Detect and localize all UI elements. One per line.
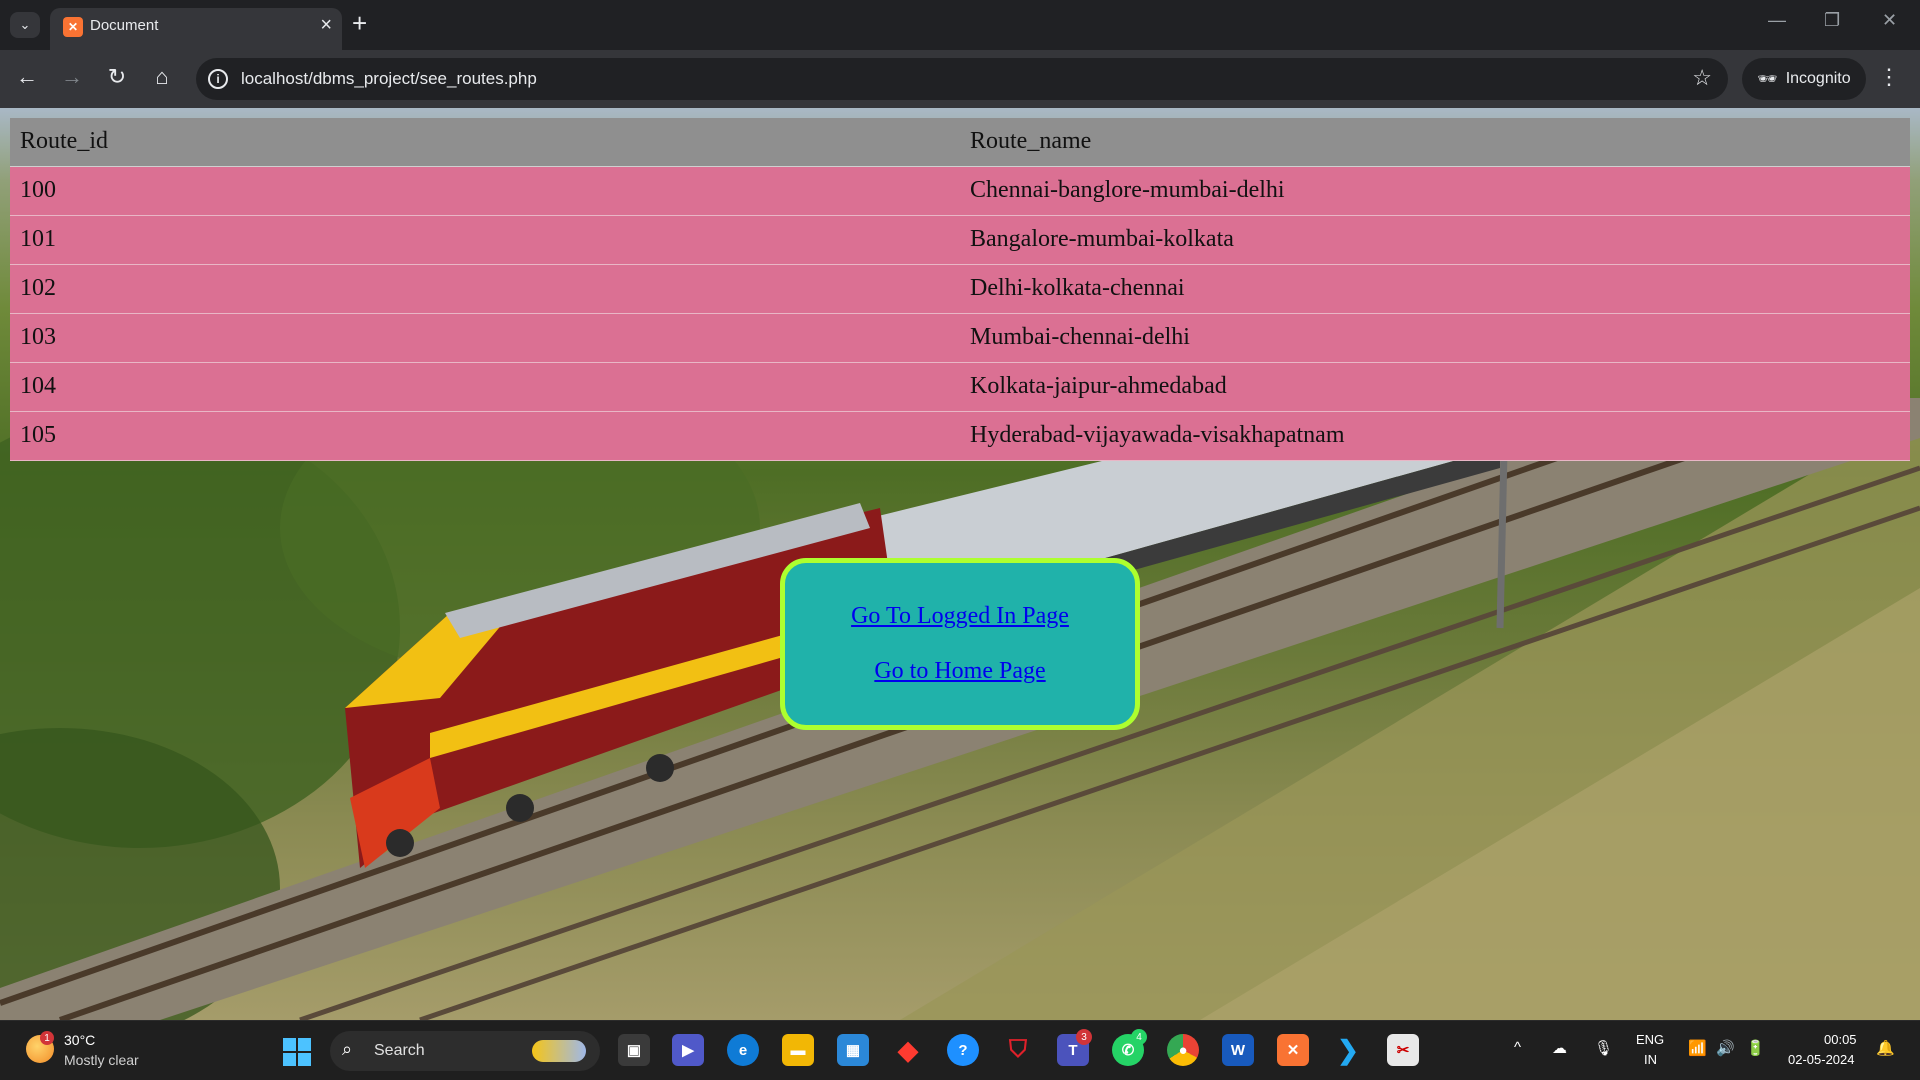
language-indicator-bottom[interactable]: IN <box>1644 1052 1657 1067</box>
browser-toolbar: ← → ↻ ⌂ i localhost/dbms_project/see_rou… <box>0 50 1920 108</box>
close-window-icon[interactable]: ✕ <box>1882 10 1897 31</box>
incognito-indicator[interactable]: 🕶 Incognito <box>1742 58 1866 100</box>
route-name-cell: Kolkata-jaipur-ahmedabad <box>960 362 1910 412</box>
table-row: 103 Mumbai-chennai-delhi <box>10 313 1910 363</box>
microphone-icon[interactable]: 🎙 <box>1594 1039 1613 1057</box>
routes-table: Route_id Route_name 100 Chennai-banglore… <box>10 118 1910 461</box>
task-view-icon[interactable]: ▣ <box>618 1034 650 1066</box>
copilot-icon[interactable]: ? <box>947 1034 979 1066</box>
onedrive-cloud-icon[interactable]: ☁ <box>1552 1039 1567 1057</box>
file-explorer-icon[interactable]: ▬ <box>782 1034 814 1066</box>
table-row: 105 Hyderabad-vijayawada-visakhapatnam <box>10 411 1910 461</box>
weather-temperature: 30°C <box>64 1032 96 1048</box>
edge-icon[interactable]: e <box>727 1034 759 1066</box>
table-row: 100 Chennai-banglore-mumbai-delhi <box>10 166 1910 216</box>
show-hidden-icons-chevron-icon[interactable]: ^ <box>1514 1039 1521 1056</box>
battery-icon[interactable]: 🔋 <box>1746 1039 1765 1057</box>
browser-tab[interactable]: ✕ Document × <box>50 8 342 50</box>
anydesk-icon[interactable]: ◆ <box>892 1034 924 1066</box>
logged-in-page-link[interactable]: Go To Logged In Page <box>851 603 1069 630</box>
forward-arrow-icon[interactable]: → <box>57 62 87 92</box>
weather-badge: 1 <box>40 1031 54 1045</box>
column-header-route-name: Route_name <box>960 118 1910 167</box>
navigation-links-box: Go To Logged In Page Go to Home Page <box>780 558 1140 730</box>
search-label: Search <box>374 1042 425 1059</box>
incognito-icon: 🕶 <box>1757 71 1778 88</box>
volume-icon[interactable]: 🔊 <box>1716 1039 1735 1057</box>
clock-time[interactable]: 00:05 <box>1824 1032 1857 1047</box>
word-icon[interactable]: W <box>1222 1034 1254 1066</box>
notification-bell-icon[interactable]: 🔔 <box>1876 1039 1895 1057</box>
microsoft-store-icon[interactable]: ▦ <box>837 1034 869 1066</box>
table-row: 102 Delhi-kolkata-chennai <box>10 264 1910 314</box>
xampp-taskbar-icon[interactable]: ✕ <box>1277 1034 1309 1066</box>
restore-icon[interactable]: ❐ <box>1824 10 1840 31</box>
chrome-icon[interactable]: ● <box>1167 1034 1199 1066</box>
whatsapp-badge: 4 <box>1131 1029 1147 1045</box>
address-bar[interactable]: i localhost/dbms_project/see_routes.php … <box>196 58 1728 100</box>
mcafee-icon[interactable]: ⛉ <box>1002 1034 1034 1066</box>
route-id-cell: 104 <box>10 362 960 412</box>
wifi-icon[interactable]: 📶 <box>1688 1039 1707 1057</box>
table-row: 104 Kolkata-jaipur-ahmedabad <box>10 362 1910 412</box>
route-name-cell: Bangalore-mumbai-kolkata <box>960 215 1910 265</box>
vscode-icon[interactable]: ❯ <box>1332 1034 1364 1066</box>
search-highlight-icon <box>532 1040 586 1062</box>
taskbar: 1 30°C Mostly clear ⌕ Search ▣ ▶ e ▬ ▦ ◆… <box>0 1020 1920 1080</box>
windows-start-icon[interactable] <box>283 1038 311 1066</box>
language-indicator-top[interactable]: ENG <box>1636 1032 1664 1047</box>
new-tab-plus-icon[interactable]: + <box>352 8 367 39</box>
page-viewport: Route_id Route_name 100 Chennai-banglore… <box>0 108 1920 1020</box>
table-header-row: Route_id Route_name <box>10 118 1910 167</box>
tab-title: Document <box>90 17 159 34</box>
site-info-icon[interactable]: i <box>208 69 228 89</box>
route-name-cell: Mumbai-chennai-delhi <box>960 313 1910 363</box>
browser-tabstrip: ⌄ ✕ Document × + — ❐ ✕ <box>0 0 1920 50</box>
search-icon: ⌕ <box>342 1039 353 1059</box>
clock-date[interactable]: 02-05-2024 <box>1788 1052 1855 1067</box>
tab-close-icon[interactable]: × <box>320 14 332 37</box>
minimize-icon[interactable]: — <box>1768 10 1786 31</box>
home-page-link[interactable]: Go to Home Page <box>874 658 1045 685</box>
route-id-cell: 102 <box>10 264 960 314</box>
route-id-cell: 101 <box>10 215 960 265</box>
xampp-icon: ✕ <box>63 17 83 37</box>
route-name-cell: Delhi-kolkata-chennai <box>960 264 1910 314</box>
route-name-cell: Chennai-banglore-mumbai-delhi <box>960 166 1910 216</box>
teams-badge: 3 <box>1076 1029 1092 1045</box>
route-id-cell: 105 <box>10 411 960 461</box>
taskbar-search[interactable]: ⌕ Search <box>330 1031 600 1071</box>
weather-description: Mostly clear <box>64 1052 139 1068</box>
route-name-cell: Hyderabad-vijayawada-visakhapatnam <box>960 411 1910 461</box>
home-icon[interactable]: ⌂ <box>147 62 177 92</box>
tab-search-chevron-icon[interactable]: ⌄ <box>10 12 40 38</box>
back-arrow-icon[interactable]: ← <box>12 62 42 92</box>
meet-icon[interactable]: ▶ <box>672 1034 704 1066</box>
snipping-tool-icon[interactable]: ✂ <box>1387 1034 1419 1066</box>
more-menu-icon[interactable]: ⋮ <box>1878 64 1900 90</box>
route-id-cell: 103 <box>10 313 960 363</box>
column-header-route-id: Route_id <box>10 118 960 167</box>
reload-icon[interactable]: ↻ <box>102 62 132 92</box>
bookmark-star-icon[interactable]: ☆ <box>1692 65 1712 91</box>
incognito-label: Incognito <box>1785 70 1851 87</box>
route-id-cell: 100 <box>10 166 960 216</box>
url-text[interactable]: localhost/dbms_project/see_routes.php <box>241 69 537 89</box>
table-row: 101 Bangalore-mumbai-kolkata <box>10 215 1910 265</box>
